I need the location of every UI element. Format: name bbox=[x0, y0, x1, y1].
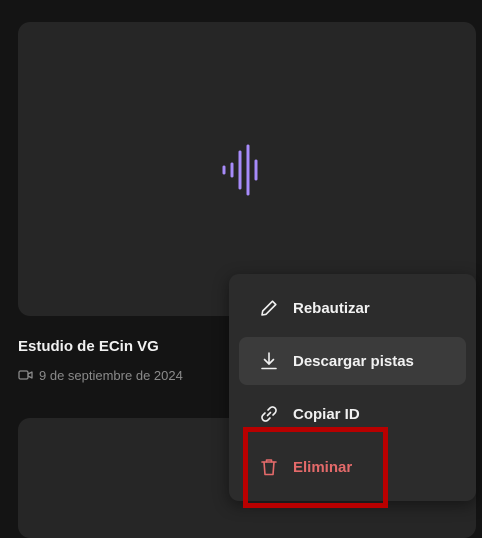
menu-item-label: Copiar ID bbox=[293, 405, 360, 423]
menu-item-download-tracks[interactable]: Descargar pistas bbox=[239, 337, 466, 385]
menu-item-label: Rebautizar bbox=[293, 299, 370, 317]
download-icon bbox=[261, 352, 277, 370]
annotation-highlight-box bbox=[243, 427, 388, 508]
recording-title: Estudio de ECin VG bbox=[18, 338, 159, 355]
recording-date-row: 9 de septiembre de 2024 bbox=[18, 366, 183, 384]
pencil-icon bbox=[261, 300, 277, 316]
recording-date: 9 de septiembre de 2024 bbox=[39, 367, 183, 383]
video-camera-icon bbox=[18, 370, 33, 380]
menu-item-label: Descargar pistas bbox=[293, 352, 414, 370]
menu-item-rename[interactable]: Rebautizar bbox=[239, 284, 466, 332]
audio-waveform-icon bbox=[222, 144, 258, 196]
link-icon bbox=[261, 406, 277, 422]
